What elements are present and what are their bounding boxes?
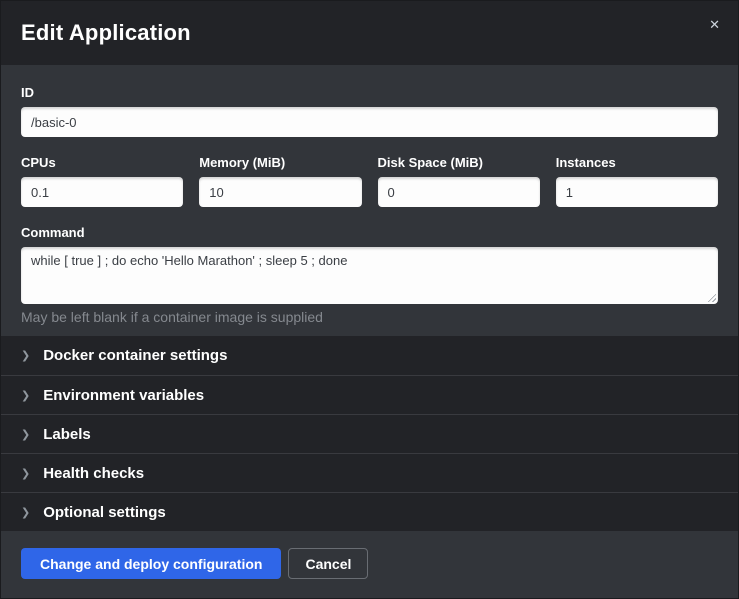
instances-label: Instances xyxy=(556,155,718,170)
modal-title: Edit Application xyxy=(21,20,191,46)
command-label: Command xyxy=(21,225,718,240)
form-body: ID CPUs Memory (MiB) Disk Space (MiB) In… xyxy=(1,65,738,336)
chevron-right-icon: ❯ xyxy=(21,507,30,518)
memory-label: Memory (MiB) xyxy=(199,155,361,170)
section-title: Optional settings xyxy=(43,504,166,521)
command-textarea[interactable] xyxy=(21,247,718,304)
chevron-right-icon: ❯ xyxy=(21,390,30,401)
instances-field-group: Instances xyxy=(556,155,718,207)
section-environment-variables[interactable]: ❯ Environment variables xyxy=(1,375,738,414)
instances-input[interactable] xyxy=(556,177,718,207)
accordion-sections: ❯ Docker container settings ❯ Environmen… xyxy=(1,336,738,531)
id-input[interactable] xyxy=(21,107,718,137)
command-help-text: May be left blank if a container image i… xyxy=(21,309,718,325)
section-title: Health checks xyxy=(43,465,144,482)
resources-row: CPUs Memory (MiB) Disk Space (MiB) Insta… xyxy=(21,155,718,207)
command-field-group: Command May be left blank if a container… xyxy=(21,225,718,325)
memory-field-group: Memory (MiB) xyxy=(199,155,361,207)
modal-header: Edit Application ✕ xyxy=(1,1,738,65)
cpus-input[interactable] xyxy=(21,177,183,207)
close-icon[interactable]: ✕ xyxy=(705,15,724,36)
id-label: ID xyxy=(21,85,718,100)
section-docker-container-settings[interactable]: ❯ Docker container settings xyxy=(1,336,738,375)
change-and-deploy-button[interactable]: Change and deploy configuration xyxy=(21,548,281,579)
section-labels[interactable]: ❯ Labels xyxy=(1,414,738,453)
command-textarea-wrap xyxy=(21,247,718,304)
cpus-label: CPUs xyxy=(21,155,183,170)
disk-field-group: Disk Space (MiB) xyxy=(378,155,540,207)
edit-application-modal: Edit Application ✕ ID CPUs Memory (MiB) … xyxy=(0,0,739,599)
chevron-right-icon: ❯ xyxy=(21,429,30,440)
modal-footer: Change and deploy configuration Cancel xyxy=(1,531,738,599)
cpus-field-group: CPUs xyxy=(21,155,183,207)
disk-label: Disk Space (MiB) xyxy=(378,155,540,170)
cancel-button[interactable]: Cancel xyxy=(288,548,368,579)
id-field-group: ID xyxy=(21,85,718,137)
section-title: Labels xyxy=(43,426,91,443)
disk-input[interactable] xyxy=(378,177,540,207)
chevron-right-icon: ❯ xyxy=(21,468,30,479)
section-health-checks[interactable]: ❯ Health checks xyxy=(1,453,738,492)
section-title: Environment variables xyxy=(43,387,204,404)
chevron-right-icon: ❯ xyxy=(21,350,30,361)
memory-input[interactable] xyxy=(199,177,361,207)
section-optional-settings[interactable]: ❯ Optional settings xyxy=(1,492,738,531)
section-title: Docker container settings xyxy=(43,347,227,364)
